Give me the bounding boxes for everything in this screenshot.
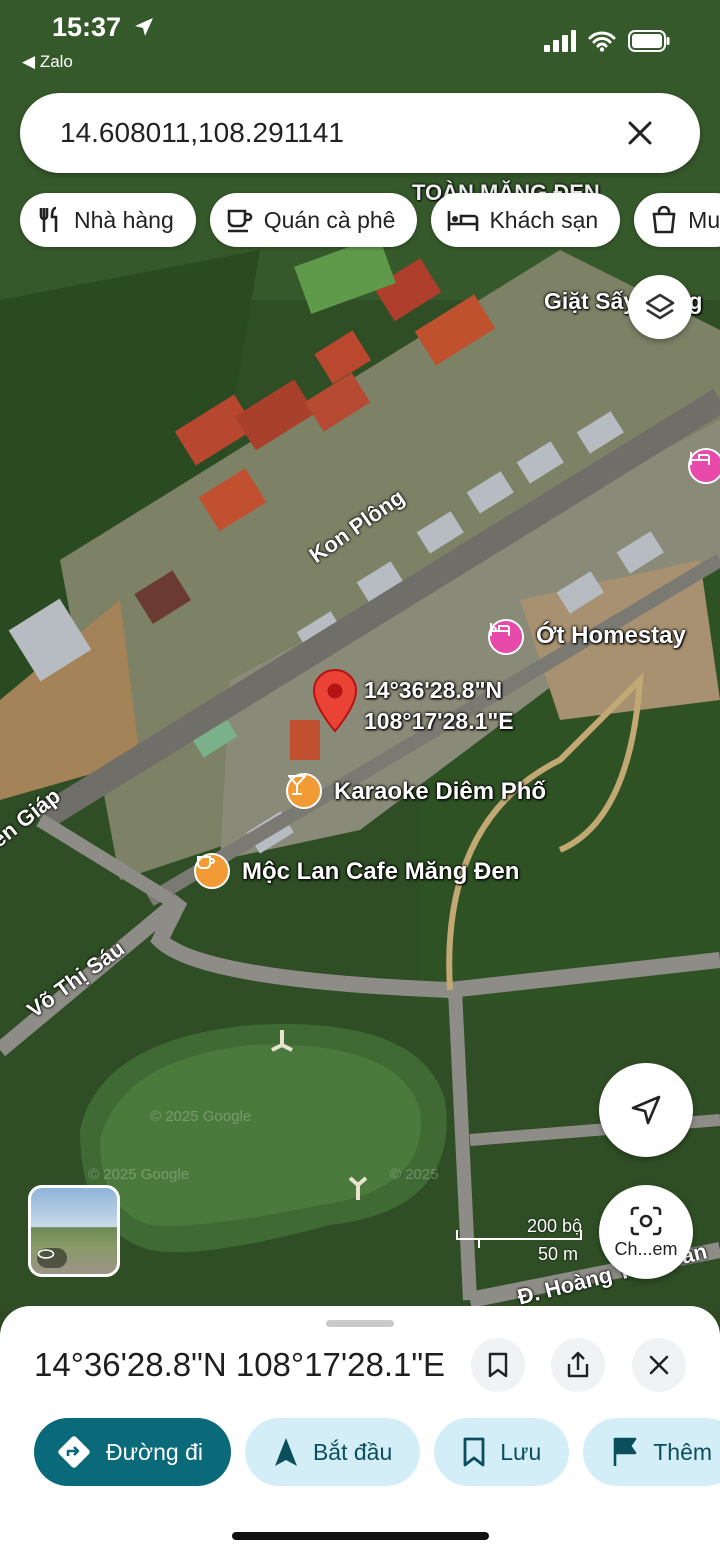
camera-icon <box>630 1206 662 1235</box>
hotel-poi-icon[interactable] <box>688 448 720 484</box>
chip-label: Nhà hàng <box>74 206 174 233</box>
hotel-poi-icon[interactable] <box>488 619 524 655</box>
save-bookmark-button[interactable] <box>471 1338 525 1392</box>
category-chips: Nhà hàng Quán cà phê Khách sạn Mu <box>20 193 720 247</box>
place-bottom-sheet[interactable]: 14°36'28.8"N 108°17'28.1"E Đường đi Bắt … <box>0 1306 720 1557</box>
close-sheet-button[interactable] <box>632 1338 686 1392</box>
shopping-bag-icon <box>652 206 676 234</box>
restaurant-icon <box>39 206 58 232</box>
share-icon <box>567 1351 589 1378</box>
share-button[interactable] <box>551 1338 605 1392</box>
camera-search-button[interactable]: Ch...em <box>599 1185 693 1279</box>
directions-button[interactable]: Đường đi <box>34 1418 231 1486</box>
bookmark-icon <box>463 1437 485 1467</box>
close-icon <box>649 1355 669 1375</box>
close-icon <box>628 121 652 145</box>
street-view-thumbnail[interactable] <box>28 1185 120 1277</box>
add-label-button[interactable]: Thêm <box>583 1418 720 1486</box>
layers-button[interactable] <box>628 275 692 339</box>
navigation-arrow-icon <box>631 1095 661 1125</box>
poi-label-homestay[interactable]: Ớt Homestay <box>536 622 686 650</box>
place-title: 14°36'28.8"N 108°17'28.1"E <box>34 1346 446 1383</box>
rotate-360-icon <box>37 1248 67 1268</box>
camera-label: Ch...em <box>614 1238 678 1259</box>
battery-icon <box>628 30 670 52</box>
pin-coordinates-label: 14°36'28.8"N 108°17'28.1"E <box>364 675 514 737</box>
navigation-arrow-icon <box>274 1438 297 1466</box>
clear-search-button[interactable] <box>620 113 660 153</box>
scale-meters: 50 m <box>538 1244 579 1264</box>
status-time-text: 15:37 <box>52 12 122 42</box>
map-watermark: © 2025 Google <box>150 1108 252 1125</box>
action-label: Đường đi <box>106 1438 203 1465</box>
action-buttons: Đường đi Bắt đầu Lưu Thêm <box>34 1418 720 1486</box>
cocktail-poi-icon[interactable] <box>286 773 322 809</box>
poi-label-karaoke[interactable]: Karaoke Diêm Phố <box>334 778 546 806</box>
hotel-icon <box>448 211 479 231</box>
sheet-drag-handle[interactable] <box>326 1320 394 1327</box>
search-input[interactable]: 14.608011,108.291141 <box>60 117 620 149</box>
location-arrow-icon <box>134 18 153 36</box>
layers-icon <box>645 293 675 320</box>
back-to-app-link[interactable]: ◀ Zalo <box>22 52 73 72</box>
map-watermark: © 2025 <box>390 1166 439 1183</box>
poi-label-cafe[interactable]: Mộc Lan Cafe Măng Đen <box>242 858 519 886</box>
search-bar[interactable]: 14.608011,108.291141 <box>20 93 700 173</box>
coffee-poi-icon[interactable] <box>194 853 230 889</box>
chip-label: Mu <box>688 206 720 233</box>
scale-feet: 200 bộ <box>526 1216 582 1236</box>
status-icons <box>544 30 670 52</box>
start-navigation-button[interactable]: Bắt đầu <box>244 1418 421 1486</box>
status-time: 15:37 <box>52 12 155 43</box>
pin-coords-lng: 108°17'28.1"E <box>364 708 514 734</box>
action-label: Lưu <box>500 1438 542 1465</box>
action-label: Bắt đầu <box>312 1438 393 1465</box>
flag-icon <box>613 1437 637 1466</box>
chip-restaurants[interactable]: Nhà hàng <box>20 193 196 247</box>
chip-shopping[interactable]: Mu <box>634 193 720 247</box>
cellular-signal-icon <box>544 30 576 52</box>
save-button[interactable]: Lưu <box>434 1418 570 1486</box>
chip-label: Khách sạn <box>489 206 599 233</box>
wifi-icon <box>588 31 616 52</box>
chip-label: Quán cà phê <box>263 206 396 233</box>
pin-coords-lat: 14°36'28.8"N <box>364 677 503 703</box>
my-location-button[interactable] <box>599 1063 693 1157</box>
map-watermark: © 2025 Google <box>88 1166 190 1183</box>
bookmark-icon <box>488 1352 508 1378</box>
home-indicator[interactable] <box>232 1532 489 1540</box>
coffee-icon <box>227 209 252 233</box>
directions-icon <box>58 1436 90 1468</box>
map-scale-bar: 200 bộ 50 m <box>456 1216 582 1264</box>
back-app-label: Zalo <box>39 52 73 71</box>
action-label: Thêm <box>653 1438 713 1465</box>
back-triangle-icon: ◀ <box>22 52 36 71</box>
chip-cafes[interactable]: Quán cà phê <box>209 193 418 247</box>
chip-hotels[interactable]: Khách sạn <box>431 193 621 247</box>
